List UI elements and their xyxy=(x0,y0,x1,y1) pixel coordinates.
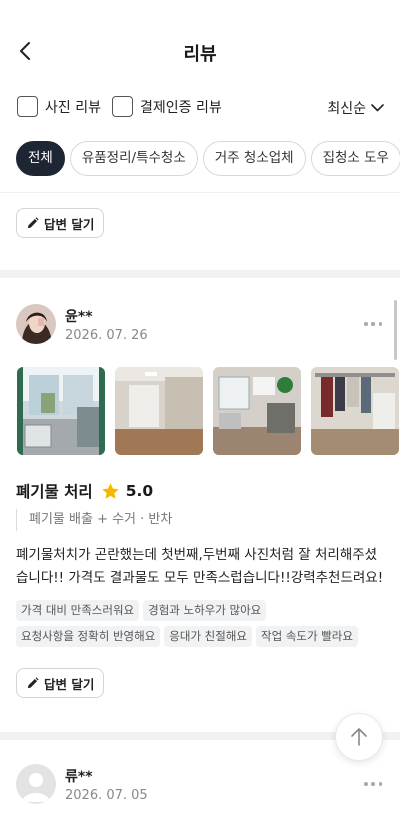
divider xyxy=(0,192,400,193)
section-divider xyxy=(0,270,400,278)
checkbox-box[interactable] xyxy=(17,96,38,117)
reply-button-label: 답변 달기 xyxy=(44,676,95,692)
checkbox-box[interactable] xyxy=(112,96,133,117)
page-title: 리뷰 xyxy=(183,44,217,65)
photo-gallery xyxy=(17,367,400,455)
service-name: 폐기물 처리 xyxy=(16,483,93,501)
photo-review-label: 사진 리뷰 xyxy=(45,99,101,116)
review-tag: 응대가 친절해요 xyxy=(164,626,252,647)
chip-residential-cleaning[interactable]: 거주 청소업체 xyxy=(202,141,306,176)
chip-all[interactable]: 전체 xyxy=(16,141,65,176)
review-tag: 가격 대비 만족스러워요 xyxy=(16,600,140,621)
more-options-icon[interactable] xyxy=(364,781,382,787)
review-tag: 경험과 노하우가 많아요 xyxy=(143,600,267,621)
review-date: 2026. 07. 05 xyxy=(65,788,148,803)
scroll-to-top-button[interactable] xyxy=(335,713,383,761)
chevron-down-icon xyxy=(371,104,384,112)
arrow-up-icon xyxy=(351,728,367,746)
filter-row: 사진 리뷰 결제인증 리뷰 최신순 xyxy=(0,96,400,122)
reviewer-name: 류** xyxy=(65,769,93,785)
verified-review-label: 결제인증 리뷰 xyxy=(140,99,222,116)
header: 리뷰 xyxy=(0,0,400,100)
reply-button-label: 답변 달기 xyxy=(44,216,95,232)
review-tags: 요청사항을 정확히 반영해요 응대가 친절해요 작업 속도가 빨라요 xyxy=(16,626,396,648)
review-photo[interactable] xyxy=(17,367,105,455)
avatar xyxy=(16,764,56,804)
category-chips: 전체 유품정리/특수청소 거주 청소업체 집청소 도우 xyxy=(16,141,400,176)
service-detail: 폐기물 배출 + 수거 · 반차 xyxy=(16,509,172,531)
service-header: 폐기물 처리 5.0 xyxy=(16,480,153,502)
pencil-icon xyxy=(27,216,39,228)
photo-review-checkbox[interactable]: 사진 리뷰 xyxy=(17,96,101,117)
review-text: 폐기물처치가 곤란했는데 첫번째,두번째 사진처럼 잘 처리해주셨습니다!! 가… xyxy=(16,547,384,586)
chip-house-cleaning[interactable]: 집청소 도우 xyxy=(310,141,400,176)
review-photo[interactable] xyxy=(115,367,203,455)
review-photo[interactable] xyxy=(213,367,301,455)
reviewer-name: 윤** xyxy=(65,309,93,325)
sort-label: 최신순 xyxy=(327,101,366,117)
review-tag: 작업 속도가 빨라요 xyxy=(256,626,358,647)
review-date: 2026. 07. 26 xyxy=(65,328,148,343)
avatar xyxy=(16,304,56,344)
sort-dropdown[interactable]: 최신순 xyxy=(327,98,384,118)
rating-value: 5.0 xyxy=(125,482,154,500)
chip-estate-cleanup[interactable]: 유품정리/특수청소 xyxy=(69,141,198,176)
star-icon xyxy=(102,482,119,499)
reply-button[interactable]: 답변 달기 xyxy=(16,208,105,238)
scrollbar[interactable] xyxy=(394,300,397,360)
review-tag: 요청사항을 정확히 반영해요 xyxy=(16,626,161,647)
verified-review-checkbox[interactable]: 결제인증 리뷰 xyxy=(112,96,222,117)
more-options-icon[interactable] xyxy=(364,321,382,327)
reply-button[interactable]: 답변 달기 xyxy=(16,668,105,698)
review-photo[interactable] xyxy=(311,367,399,455)
review-tags: 가격 대비 만족스러워요 경험과 노하우가 많아요 xyxy=(16,600,396,622)
pencil-icon xyxy=(27,676,39,688)
